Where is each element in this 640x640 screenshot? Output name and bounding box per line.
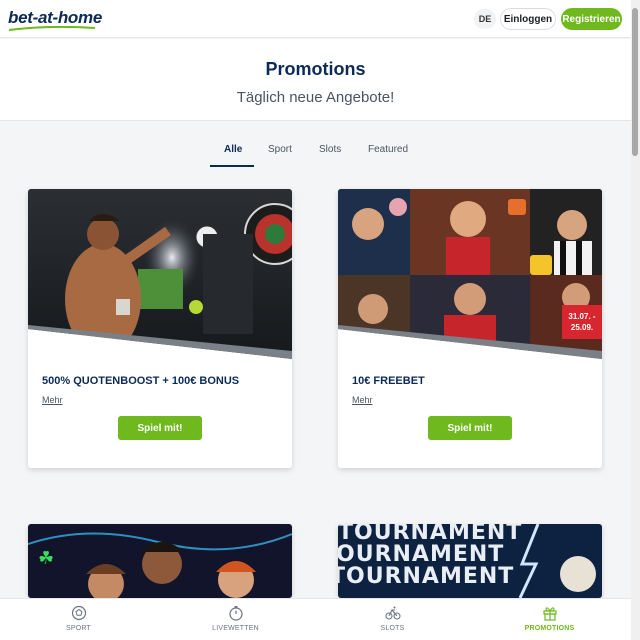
promotions-hero: Promotions Täglich neue Angebote!	[0, 39, 631, 121]
top-bar: bet-at-home DE Einloggen Registrieren	[0, 0, 640, 38]
soccer-ball-icon	[71, 605, 87, 621]
nav-label-slots: SLOTS	[380, 625, 405, 632]
logo-swoosh-icon	[9, 26, 95, 31]
date-start: 31.07. -	[568, 312, 596, 321]
nav-label-sport: SPORT	[66, 625, 91, 632]
svg-text:☘: ☘	[38, 548, 54, 569]
nav-item-livewetten[interactable]: LIVEWETTEN	[157, 599, 314, 640]
page-subtitle: Täglich neue Angebote!	[236, 89, 395, 106]
promotion-title: 500% QUOTENBOOST + 100€ BONUS	[42, 375, 240, 387]
nav-item-promotions[interactable]: PROMOTIONS	[471, 599, 628, 640]
promotion-card: 500% QUOTENBOOST + 100€ BONUS Mehr Spiel…	[28, 189, 292, 468]
language-button[interactable]: DE	[474, 9, 496, 29]
promotion-image-fans[interactable]	[338, 189, 602, 367]
register-button[interactable]: Registrieren	[561, 8, 622, 30]
tab-featured[interactable]: Featured	[368, 144, 408, 155]
promotion-card: ☘	[28, 524, 292, 598]
scrollbar-thumb[interactable]	[632, 8, 638, 156]
play-now-button[interactable]: Spiel mit!	[118, 416, 202, 440]
page-title: Promotions	[265, 59, 366, 79]
promotion-filter-tabs: Alle Sport Slots Featured	[0, 144, 631, 168]
nav-item-slots[interactable]: SLOTS	[314, 599, 471, 640]
login-button[interactable]: Einloggen	[500, 8, 556, 30]
tab-alle[interactable]: Alle	[224, 144, 242, 155]
nav-label-promotions: PROMOTIONS	[524, 625, 575, 632]
date-end: 25.09.	[570, 323, 594, 332]
tab-sport[interactable]: Sport	[268, 144, 292, 155]
slot-machine-icon	[385, 606, 401, 620]
promotion-title: 10€ FREEBET	[352, 375, 425, 387]
more-link[interactable]: Mehr	[352, 395, 373, 405]
more-link[interactable]: Mehr	[42, 395, 63, 405]
gift-icon	[543, 607, 557, 621]
bottom-navigation: SPORT LIVEWETTEN SLOTS PROMOTIONS	[0, 598, 631, 640]
active-tab-indicator	[210, 165, 254, 167]
nav-label-livewetten: LIVEWETTEN	[212, 625, 259, 632]
stopwatch-icon	[229, 606, 243, 621]
play-now-button[interactable]: Spiel mit!	[428, 416, 512, 440]
tournament-banner-line: TOURNAMENT	[338, 564, 515, 589]
promotion-card: 31.07. - 25.09. 10€ FREEBET Mehr Spiel m…	[338, 189, 602, 468]
tab-slots[interactable]: Slots	[319, 144, 341, 155]
date-range-badge: 31.07. - 25.09.	[562, 305, 602, 339]
nav-item-sport[interactable]: SPORT	[0, 599, 157, 640]
brand-logo[interactable]: bet-at-home	[8, 8, 102, 28]
promotion-image-darts[interactable]	[28, 189, 292, 367]
promotion-image-slots-players[interactable]: ☘	[28, 524, 292, 598]
promotion-card: TOURNAMENT TOURNAMENT TOURNAMENT	[338, 524, 602, 598]
